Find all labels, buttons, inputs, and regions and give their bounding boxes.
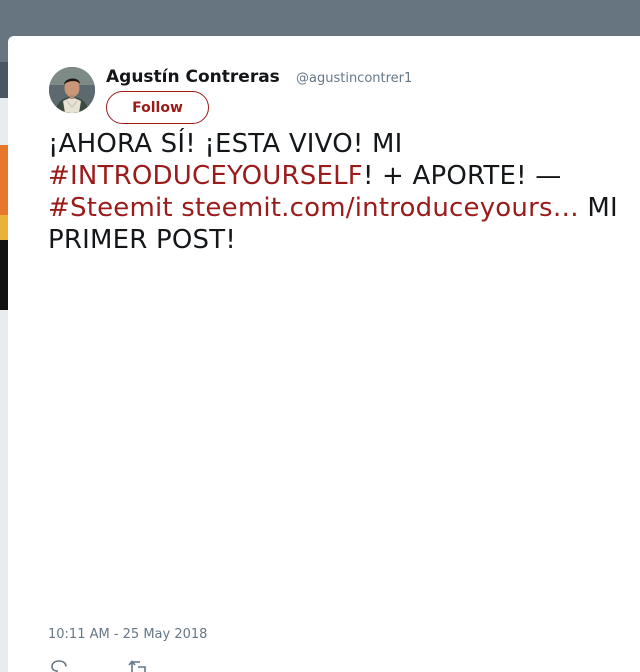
tweet-text: ¡AHORA SÍ! ¡ESTA VIVO! MI #INTRODUCEYOUR… [48,128,628,256]
author-handle[interactable]: @agustincontrer1 [296,71,412,86]
follow-button[interactable]: Follow [106,91,209,124]
reply-icon [51,660,67,672]
retweet-button[interactable] [128,658,150,672]
author-name[interactable]: Agustín Contreras [106,67,280,87]
tweet-text-part: ! + APORTE! — [362,161,562,191]
profile-photo-icon [49,67,95,113]
tweet-link[interactable]: steemit.com/introduceyours… [181,193,579,223]
tweet-text-part: ¡AHORA SÍ! ¡ESTA VIVO! MI [48,129,403,159]
hashtag-introduceyourself[interactable]: #INTRODUCEYOURSELF [48,161,363,191]
retweet-icon [128,660,146,672]
hashtag-steemit[interactable]: #Steemit [48,193,173,223]
reply-button[interactable] [50,658,68,672]
avatar[interactable] [49,67,95,113]
tweet-timestamp[interactable]: 10:11 AM - 25 May 2018 [48,627,207,642]
